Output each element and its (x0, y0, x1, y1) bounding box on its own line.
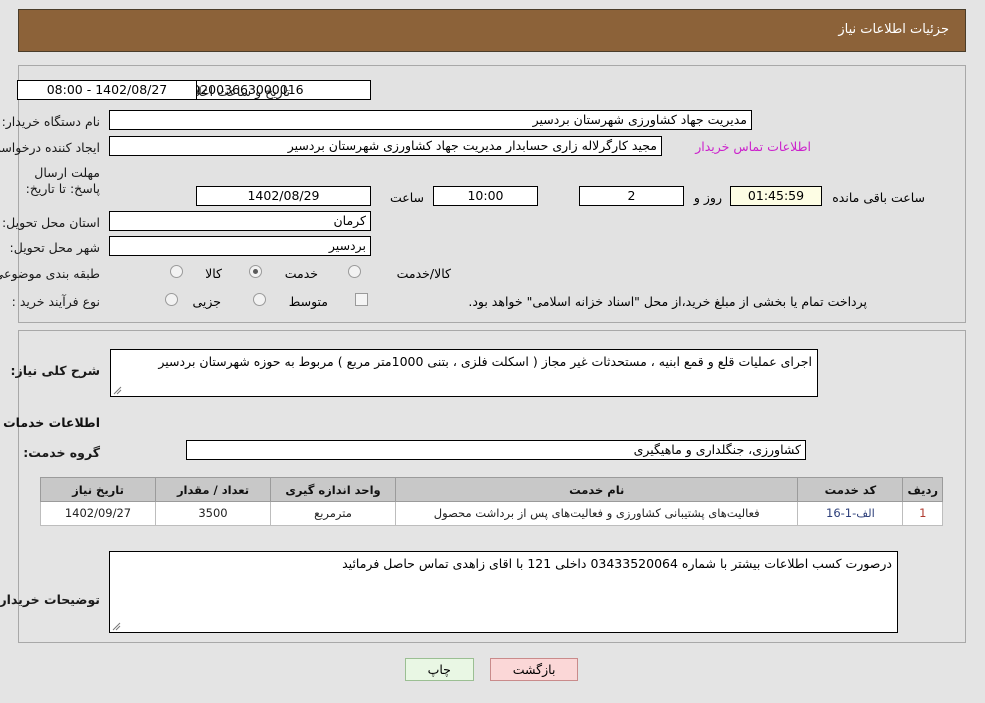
buyer-org-label: نام دستگاه خریدار: (2, 114, 101, 129)
cell-name: فعالیت‌های پشتیبانی کشاورزی و فعالیت‌های… (395, 501, 800, 526)
buyer-contact-link[interactable]: اطلاعات تماس خریدار (696, 139, 812, 154)
radio-category-khedmat-label: خدمت (285, 266, 319, 281)
category-label: طبقه بندی موضوعی: (0, 266, 101, 281)
col-index: ردیف (903, 477, 944, 502)
service-group-value: کشاورزی، جنگلداری و ماهیگیری (187, 440, 807, 460)
radio-category-kala[interactable] (171, 265, 184, 278)
radio-process-jozei-label: جزیی (193, 294, 222, 309)
print-button[interactable]: چاپ (405, 658, 475, 681)
remaining-days-value: 2 (580, 186, 685, 206)
buyer-org-value: مدیریت جهاد کشاورزی شهرستان بردسیر (110, 110, 753, 130)
table-row: 1 الف-1-16 فعالیت‌های پشتیبانی کشاورزی و… (41, 501, 944, 526)
page-title: جزئیات اطلاعات نیاز (839, 22, 950, 37)
table-header-row: ردیف کد خدمت نام خدمت واحد اندازه گیری ت… (41, 477, 944, 502)
radio-process-jozei[interactable] (166, 293, 179, 306)
col-quantity: تعداد / مقدار (156, 477, 272, 502)
countdown-label: ساعت باقی مانده (833, 190, 926, 205)
resize-grip-icon[interactable] (114, 386, 123, 395)
buyer-notes-value: درصورت کسب اطلاعات بیشتر با شماره 034335… (343, 556, 893, 571)
cell-date: 1402/09/27 (41, 501, 157, 526)
checkbox-islamic-treasury-docs[interactable] (356, 293, 369, 306)
radio-category-kala-khedmat[interactable] (349, 265, 362, 278)
col-name: نام خدمت (395, 477, 800, 502)
radio-category-kala-label: کالا (206, 266, 223, 281)
cell-quantity: 3500 (156, 501, 272, 526)
countdown-value: 01:45:59 (731, 186, 823, 206)
services-section-heading: اطلاعات خدمات مورد نیاز (0, 415, 101, 430)
islamic-treasury-docs-label: پرداخت تمام یا بخشی از مبلغ خرید،از محل … (469, 294, 868, 309)
general-description-value: اجرای عملیات قلع و قمع ابنیه ، مستحدثات … (159, 354, 813, 369)
deadline-hour-label: ساعت (390, 190, 425, 205)
services-table: ردیف کد خدمت نام خدمت واحد اندازه گیری ت… (41, 477, 944, 526)
request-creator-value: مجید کارگرلاله زاری حسابدار مدیریت جهاد … (110, 136, 663, 156)
radio-category-kala-khedmat-label: کالا/خدمت (397, 266, 452, 281)
process-type-label: نوع فرآیند خرید : (12, 294, 101, 309)
cell-index: 1 (903, 501, 944, 526)
delivery-city-value: بردسیر (110, 236, 372, 256)
remaining-days-label: روز و (694, 190, 723, 205)
request-creator-label: ایجاد کننده درخواست: (0, 140, 101, 155)
footer-buttons: بازگشت چاپ (0, 658, 985, 681)
col-date: تاریخ نیاز (41, 477, 157, 502)
delivery-city-label: شهر محل تحویل: (10, 240, 101, 255)
cell-code: الف-1-16 (798, 501, 905, 526)
deadline-date-value: 1402/08/29 (197, 186, 372, 206)
radio-process-motevaset-label: متوسط (289, 294, 329, 309)
back-button[interactable]: بازگشت (490, 658, 580, 681)
delivery-province-value: کرمان (110, 211, 372, 231)
buyer-notes-textarea[interactable]: درصورت کسب اطلاعات بیشتر با شماره 034335… (110, 551, 899, 633)
delivery-province-label: استان محل تحویل: (2, 215, 101, 230)
radio-category-khedmat[interactable] (250, 265, 263, 278)
general-description-textarea[interactable]: اجرای عملیات قلع و قمع ابنیه ، مستحدثات … (111, 349, 819, 397)
announce-datetime-value: 1402/08/27 - 08:00 (18, 80, 198, 100)
resize-grip-icon-2[interactable] (113, 622, 122, 631)
deadline-label: مهلت ارسال پاسخ: تا تاریخ: (26, 165, 101, 196)
deadline-hour-value: 10:00 (434, 186, 539, 206)
service-group-label: گروه خدمت: (24, 445, 101, 460)
page-header-bar: جزئیات اطلاعات نیاز (19, 9, 967, 52)
buyer-notes-label: توضیحات خریدار: (0, 592, 101, 607)
col-unit: واحد اندازه گیری (271, 477, 397, 502)
col-code: کد خدمت (798, 477, 905, 502)
cell-unit: مترمربع (271, 501, 397, 526)
radio-process-motevaset[interactable] (254, 293, 267, 306)
general-description-label: شرح کلی نیاز: (11, 363, 101, 378)
